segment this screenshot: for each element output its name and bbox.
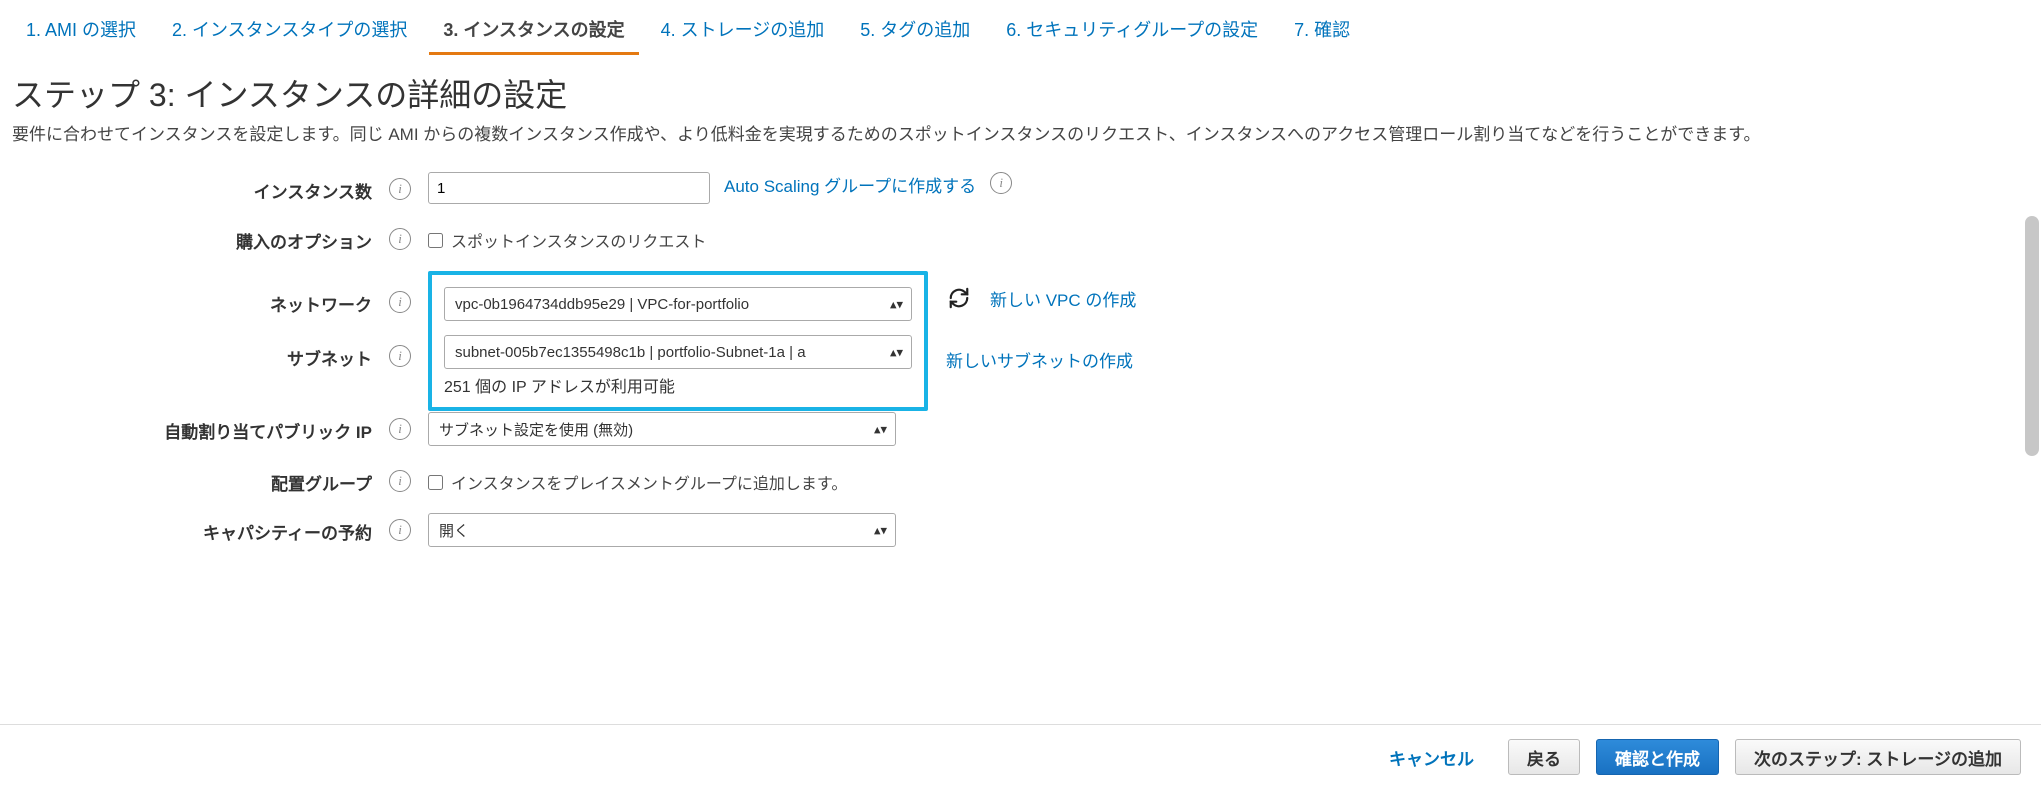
info-icon[interactable]: i	[389, 178, 411, 200]
placement-group-checkbox[interactable]	[428, 475, 443, 490]
page-title: ステップ 3: インスタンスの詳細の設定	[12, 70, 2021, 116]
step-add-tags[interactable]: 5. タグの追加	[846, 8, 984, 55]
instance-count-input[interactable]	[428, 172, 710, 204]
footer-bar: キャンセル 戻る 確認と作成 次のステップ: ストレージの追加	[0, 724, 2041, 789]
info-icon[interactable]: i	[990, 172, 1012, 194]
spot-instance-checkbox[interactable]	[428, 233, 443, 248]
back-button[interactable]: 戻る	[1508, 739, 1580, 775]
row-public-ip: 自動割り当てパブリック IP i サブネット設定を使用 (無効) ▴▾	[12, 412, 2021, 446]
step-security-group[interactable]: 6. セキュリティグループの設定	[992, 8, 1272, 55]
label-purchase-option: 購入のオプション	[12, 222, 372, 253]
wizard-steps: 1. AMI の選択 2. インスタンスタイプの選択 3. インスタンスの設定 …	[0, 0, 2041, 56]
cancel-button[interactable]: キャンセル	[1371, 739, 1492, 775]
info-icon[interactable]: i	[389, 291, 411, 313]
page-description: 要件に合わせてインスタンスを設定します。同じ AMI からの複数インスタンス作成…	[12, 122, 2021, 148]
create-subnet-link[interactable]: 新しいサブネットの作成	[946, 347, 1136, 372]
network-subnet-highlight: vpc-0b1964734ddb95e29 | VPC-for-portfoli…	[428, 271, 928, 411]
label-capacity-reservation: キャパシティーの予約	[12, 513, 372, 544]
step-configure-instance[interactable]: 3. インスタンスの設定	[429, 8, 638, 55]
scrollbar[interactable]	[2025, 116, 2039, 676]
capacity-reservation-value: 開く	[439, 520, 469, 541]
public-ip-value: サブネット設定を使用 (無効)	[439, 419, 633, 440]
subnet-ip-info: 251 個の IP アドレスが利用可能	[444, 373, 912, 397]
next-step-button[interactable]: 次のステップ: ストレージの追加	[1735, 739, 2021, 775]
label-instance-count: インスタンス数	[12, 172, 372, 203]
info-icon[interactable]: i	[389, 418, 411, 440]
capacity-reservation-select[interactable]: 開く ▴▾	[428, 513, 896, 547]
chevron-updown-icon: ▴▾	[890, 346, 903, 359]
step-review[interactable]: 7. 確認	[1280, 8, 1364, 55]
row-placement-group: 配置グループ i インスタンスをプレイスメントグループに追加します。	[12, 464, 2021, 495]
spot-instance-label: スポットインスタンスのリクエスト	[451, 228, 706, 252]
public-ip-select[interactable]: サブネット設定を使用 (無効) ▴▾	[428, 412, 896, 446]
info-icon[interactable]: i	[389, 345, 411, 367]
row-capacity-reservation: キャパシティーの予約 i 開く ▴▾	[12, 513, 2021, 547]
auto-scaling-link[interactable]: Auto Scaling グループに作成する	[724, 172, 976, 197]
network-select[interactable]: vpc-0b1964734ddb95e29 | VPC-for-portfoli…	[444, 287, 912, 321]
label-public-ip: 自動割り当てパブリック IP	[12, 412, 372, 443]
chevron-updown-icon: ▴▾	[890, 298, 903, 311]
step-add-storage[interactable]: 4. ストレージの追加	[647, 8, 839, 55]
review-launch-button[interactable]: 確認と作成	[1596, 739, 1719, 775]
step-ami[interactable]: 1. AMI の選択	[12, 8, 150, 55]
content-area: ステップ 3: インスタンスの詳細の設定 要件に合わせてインスタンスを設定します…	[0, 56, 2041, 696]
create-vpc-link[interactable]: 新しい VPC の作成	[990, 286, 1136, 311]
row-purchase-option: 購入のオプション i スポットインスタンスのリクエスト	[12, 222, 2021, 253]
refresh-icon[interactable]	[946, 285, 972, 311]
network-select-value: vpc-0b1964734ddb95e29 | VPC-for-portfoli…	[455, 296, 749, 313]
row-instance-count: インスタンス数 i Auto Scaling グループに作成する i	[12, 172, 2021, 204]
info-icon[interactable]: i	[389, 519, 411, 541]
info-icon[interactable]: i	[389, 470, 411, 492]
info-icon[interactable]: i	[389, 228, 411, 250]
label-network: ネットワーク	[12, 271, 372, 316]
row-network: ネットワーク i vpc-0b1964734ddb95e29 | VPC-for…	[12, 271, 2021, 411]
chevron-updown-icon: ▴▾	[874, 423, 887, 436]
subnet-select-value: subnet-005b7ec1355498c1b | portfolio-Sub…	[455, 344, 806, 361]
label-placement-group: 配置グループ	[12, 464, 372, 495]
scrollbar-thumb[interactable]	[2025, 216, 2039, 456]
chevron-updown-icon: ▴▾	[874, 524, 887, 537]
subnet-select[interactable]: subnet-005b7ec1355498c1b | portfolio-Sub…	[444, 335, 912, 369]
step-instance-type[interactable]: 2. インスタンスタイプの選択	[158, 8, 421, 55]
placement-group-label: インスタンスをプレイスメントグループに追加します。	[451, 470, 847, 494]
